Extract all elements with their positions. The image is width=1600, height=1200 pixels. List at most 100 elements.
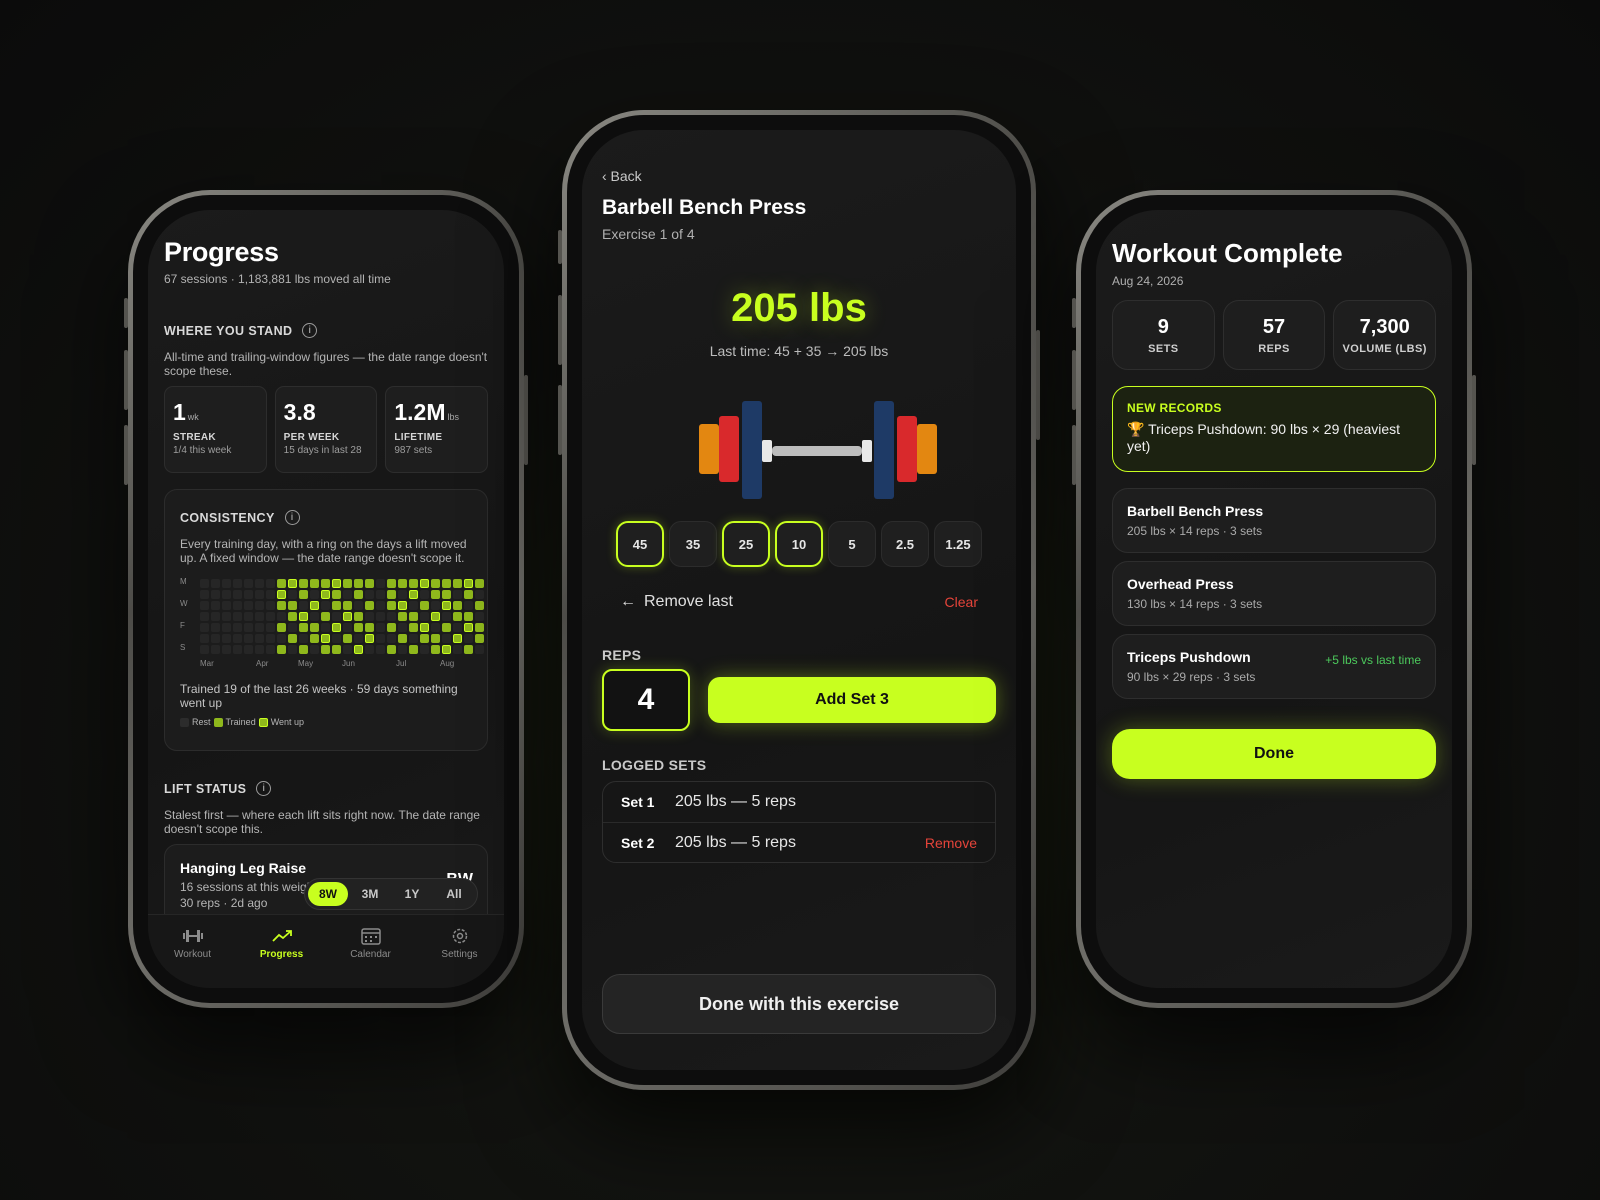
tab-label: Workout <box>173 949 212 960</box>
stat-sub: 15 days in last 28 <box>283 445 362 456</box>
exercise-name: Barbell Bench Press <box>1127 503 1264 519</box>
plate-blue-right <box>874 401 894 499</box>
heatmap-cell-trained <box>332 590 341 599</box>
heatmap-cell-rest <box>255 612 264 621</box>
back-button[interactable]: ‹ Back <box>602 168 996 184</box>
heatmap-cell-trained <box>398 579 407 588</box>
plate-button-35[interactable]: 35 <box>669 521 717 567</box>
clear-button[interactable]: Clear <box>945 594 978 610</box>
heatmap-cell-rest <box>332 612 341 621</box>
heatmap-cell-rest <box>255 634 264 643</box>
day-label: M <box>180 577 187 586</box>
add-set-button[interactable]: Add Set 3 <box>708 677 996 723</box>
stat-value: 1.2M <box>394 399 446 425</box>
day-label: S <box>180 643 186 652</box>
heatmap-cell-trained <box>365 579 374 588</box>
heatmap-cell-went-up <box>332 623 341 632</box>
heatmap-cell-rest <box>288 623 297 632</box>
heatmap-cell-went-up <box>354 645 363 654</box>
heatmap-cell-trained <box>354 623 363 632</box>
range-option-1y[interactable]: 1Y <box>392 882 432 906</box>
plate-button-1-25[interactable]: 1.25 <box>934 521 982 567</box>
heatmap-cell-rest <box>233 579 242 588</box>
heatmap-cell-trained <box>343 601 352 610</box>
exercise-summary-card[interactable]: Barbell Bench Press 205 lbs × 14 reps · … <box>1112 488 1436 553</box>
remove-last-button[interactable]: ← Remove last <box>620 593 733 611</box>
done-button[interactable]: Done <box>1112 729 1436 779</box>
section-title: CONSISTENCY <box>180 510 275 525</box>
heatmap-cell-rest <box>244 590 253 599</box>
done-with-exercise-button[interactable]: Done with this exercise <box>602 974 996 1034</box>
tab-workout[interactable]: Workout <box>148 927 237 988</box>
heatmap-cell-rest <box>376 645 385 654</box>
heatmap-cell-trained <box>343 634 352 643</box>
range-option-8w[interactable]: 8W <box>308 882 348 906</box>
heatmap-cell-rest <box>200 579 209 588</box>
heatmap-cell-trained <box>343 579 352 588</box>
plate-button-10[interactable]: 10 <box>775 521 823 567</box>
heatmap-cell-rest <box>310 590 319 599</box>
heatmap-cell-rest <box>420 645 429 654</box>
heatmap-cell-trained <box>431 579 440 588</box>
reps-input[interactable]: 4 <box>602 669 690 731</box>
summary-label: REPS <box>1258 342 1290 355</box>
summary-value: 9 <box>1157 315 1169 338</box>
plate-blue-left <box>742 401 762 499</box>
month-label: Jul <box>396 659 407 668</box>
plate-red-right <box>897 416 917 482</box>
info-icon[interactable]: i <box>256 781 272 796</box>
heatmap-cell-rest <box>431 623 440 632</box>
tab-calendar[interactable]: Calendar <box>326 927 415 988</box>
dumbbell-icon <box>182 930 203 942</box>
logged-sets-label: LOGGED SETS <box>602 757 707 773</box>
heatmap-cell-rest <box>233 645 242 654</box>
heatmap-cell-rest <box>255 579 264 588</box>
stat-label: STREAK <box>173 432 216 443</box>
exercise-summary-card[interactable]: Overhead Press 130 lbs × 14 reps · 3 set… <box>1112 561 1436 626</box>
phone-side-button <box>1472 375 1476 465</box>
plate-button-5[interactable]: 5 <box>828 521 876 567</box>
heatmap-cell-rest <box>431 601 440 610</box>
info-icon[interactable]: i <box>284 510 300 525</box>
heatmap-cell-trained <box>277 623 286 632</box>
plate-orange-left <box>699 424 719 474</box>
current-weight: 205 lbs <box>731 286 867 330</box>
page-title: Progress <box>164 237 279 267</box>
info-icon[interactable]: i <box>302 323 318 338</box>
stat-sub: 987 sets <box>394 445 433 456</box>
plate-button-25[interactable]: 25 <box>722 521 770 567</box>
legend-label: Went up <box>270 717 305 727</box>
heatmap-cell-rest <box>387 612 396 621</box>
month-label: Aug <box>440 659 455 668</box>
range-option-3m[interactable]: 3M <box>350 882 390 906</box>
heatmap-cell-trained <box>475 579 484 588</box>
remove-set-button[interactable]: Remove <box>925 835 977 851</box>
heatmap-cell-trained <box>310 623 319 632</box>
heatmap-cell-rest <box>376 634 385 643</box>
heatmap-cell-trained <box>398 634 407 643</box>
phone-side-button <box>558 230 562 264</box>
plate-button-45[interactable]: 45 <box>616 521 664 567</box>
plate-button-2-5[interactable]: 2.5 <box>881 521 929 567</box>
progress-screen: Progress 67 sessions · 1,183,881 lbs mov… <box>148 210 504 988</box>
consistency-heading: CONSISTENCY i <box>180 510 472 525</box>
heatmap-cell-rest <box>222 590 231 599</box>
heatmap-cell-trained <box>332 601 341 610</box>
heatmap-cell-rest <box>200 601 209 610</box>
heatmap-cell-rest <box>453 623 462 632</box>
tab-progress[interactable]: Progress <box>237 927 326 988</box>
lift-name: Hanging Leg Raise <box>180 860 307 876</box>
exercise-summary-card[interactable]: Triceps Pushdown 90 lbs × 29 reps · 3 se… <box>1112 634 1436 699</box>
exercise-title: Barbell Bench Press <box>602 196 807 219</box>
heatmap-cell-rest <box>376 623 385 632</box>
heatmap-cell-trained <box>442 579 451 588</box>
heatmap-cell-trained <box>442 590 451 599</box>
tab-settings[interactable]: Settings <box>415 927 504 988</box>
heatmap-cell-rest <box>266 601 275 610</box>
range-option-all[interactable]: All <box>434 882 474 906</box>
heatmap-cell-trained <box>475 634 484 643</box>
heatmap-cell-rest <box>475 645 484 654</box>
heatmap-cell-rest <box>200 634 209 643</box>
heatmap-cell-trained <box>420 634 429 643</box>
exercise-detail: 90 lbs × 29 reps · 3 sets <box>1127 670 1256 684</box>
